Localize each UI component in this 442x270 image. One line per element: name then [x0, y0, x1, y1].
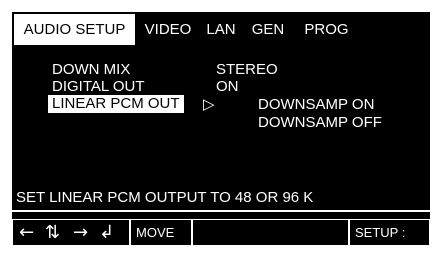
tab-prog[interactable]: PROG	[293, 12, 360, 45]
status-message: SET LINEAR PCM OUTPUT TO 48 OR 96 K	[16, 189, 314, 206]
tab-gen[interactable]: GEN	[243, 12, 293, 45]
footer-spacer	[192, 219, 349, 246]
option-downsamp-off[interactable]: DOWNSAMP OFF	[258, 114, 382, 132]
footer-bar: ← ⇅ → ↲ MOVE SETUP : Exit	[12, 219, 430, 265]
tab-bar-filler	[360, 12, 430, 45]
right-arrow-icon: →	[73, 222, 89, 243]
menu-item-linear-pcm-out[interactable]: LINEAR PCM OUT	[48, 95, 184, 113]
menu-item-digital-out[interactable]: DIGITAL OUT	[52, 78, 145, 96]
navigation-arrows: ← ⇅ → ↲	[12, 219, 130, 246]
audio-setup-panel: DOWN MIX STEREO DIGITAL OUT ON LINEAR PC…	[12, 45, 430, 219]
setup-exit-button[interactable]: SETUP : Exit	[349, 219, 430, 265]
menu-item-down-mix[interactable]: DOWN MIX	[52, 61, 130, 79]
submenu-arrow-icon: ▷	[203, 96, 215, 113]
option-downsamp-on[interactable]: DOWNSAMP ON	[258, 96, 374, 114]
down-mix-value: STEREO	[216, 61, 278, 78]
tab-lan[interactable]: LAN	[199, 12, 243, 45]
digital-out-value: ON	[216, 78, 239, 95]
tab-audio-setup[interactable]: AUDIO SETUP	[12, 12, 137, 45]
enter-arrow-icon: ↲	[99, 222, 115, 243]
tab-video[interactable]: VIDEO	[137, 12, 199, 45]
status-divider	[12, 210, 430, 212]
left-arrow-icon: ←	[19, 222, 35, 243]
up-down-arrow-icon: ⇅	[45, 222, 61, 243]
move-label: MOVE	[130, 219, 192, 246]
setup-screen: AUDIO SETUP VIDEO LAN GEN PROG DOWN MIX …	[0, 0, 442, 265]
